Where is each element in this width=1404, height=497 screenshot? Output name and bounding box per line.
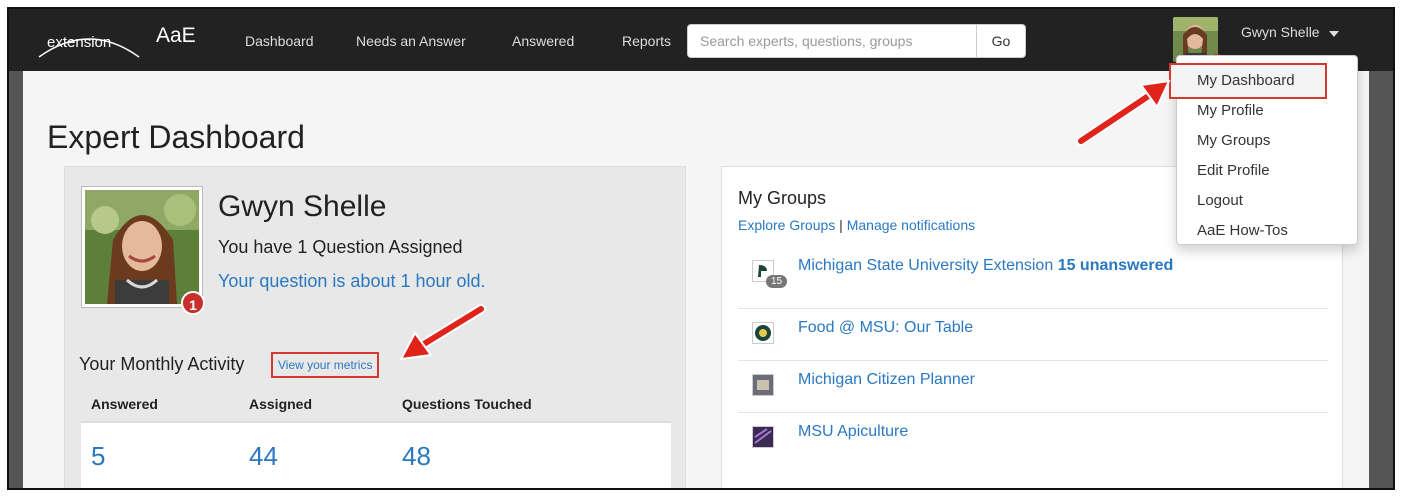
assigned-text: You have 1 Question Assigned — [218, 237, 463, 257]
logo-text: extension — [47, 34, 112, 51]
search-input[interactable]: Search experts, questions, groups — [687, 24, 977, 58]
assigned-count-badge: 1 — [181, 291, 205, 315]
stat-questions-touched[interactable]: 48 — [402, 441, 431, 472]
chevron-down-icon[interactable] — [1329, 31, 1339, 37]
nav-needs-answer[interactable]: Needs an Answer — [356, 33, 466, 49]
activity-stats-row: 5 44 48 — [81, 421, 671, 488]
group-item[interactable]: MSU Apiculture — [738, 413, 1328, 465]
col-assigned: Assigned — [249, 396, 313, 412]
stat-answered[interactable]: 5 — [91, 441, 105, 472]
apiculture-icon — [752, 426, 774, 448]
group-name-text[interactable]: Michigan State University Extension — [798, 257, 1053, 274]
menu-my-groups[interactable]: My Groups — [1197, 132, 1270, 149]
group-item[interactable]: Michigan Citizen Planner — [738, 361, 1328, 413]
group-item[interactable]: Food @ MSU: Our Table — [738, 309, 1328, 361]
group-name-link[interactable]: Food @ MSU: Our Table — [798, 319, 973, 337]
menu-edit-profile[interactable]: Edit Profile — [1197, 162, 1270, 179]
explore-groups-link[interactable]: Explore Groups — [738, 217, 835, 233]
profile-photo[interactable] — [81, 186, 203, 308]
view-metrics-link[interactable]: View your metrics — [271, 352, 380, 378]
nav-dashboard[interactable]: Dashboard — [245, 33, 314, 49]
search-go-button[interactable]: Go — [976, 24, 1026, 58]
menu-aae-how-tos[interactable]: AaE How-Tos — [1197, 222, 1288, 239]
menu-my-profile[interactable]: My Profile — [1197, 102, 1264, 119]
groups-title: My Groups — [738, 188, 827, 208]
app-window: extension AaE Dashboard Needs an Answer … — [7, 7, 1395, 490]
food-msu-icon — [752, 322, 774, 344]
group-name-link[interactable]: MSU Apiculture — [798, 423, 908, 441]
page-title: Expert Dashboard — [47, 119, 305, 155]
unanswered-count-badge: 15 — [766, 275, 788, 288]
right-backdrop — [1369, 71, 1393, 488]
stat-assigned[interactable]: 44 — [249, 441, 278, 472]
brand-title[interactable]: AaE — [156, 24, 196, 48]
menu-logout[interactable]: Logout — [1197, 192, 1243, 209]
group-name-link[interactable]: Michigan State University Extension 15 u… — [798, 257, 1173, 275]
profile-name: Gwyn Shelle — [218, 190, 387, 223]
col-answered: Answered — [91, 396, 158, 412]
manage-notifications-link[interactable]: Manage notifications — [847, 217, 975, 233]
link-separator: | — [839, 217, 843, 233]
annotation-arrow-icon — [399, 304, 486, 361]
nav-answered[interactable]: Answered — [512, 33, 574, 49]
menu-my-dashboard[interactable]: My Dashboard — [1197, 72, 1295, 89]
question-age-link[interactable]: Your question is about 1 hour old. — [218, 271, 486, 292]
nav-reports[interactable]: Reports — [622, 33, 671, 49]
user-menu-name[interactable]: Gwyn Shelle — [1241, 24, 1320, 40]
group-item[interactable]: 15 Michigan State University Extension 1… — [738, 247, 1328, 309]
col-questions-touched: Questions Touched — [402, 396, 532, 412]
groups-links: Explore Groups | Manage notifications — [738, 217, 975, 233]
user-dropdown-menu: My Dashboard My Profile My Groups Edit P… — [1169, 55, 1358, 245]
group-name-link[interactable]: Michigan Citizen Planner — [798, 371, 975, 389]
citizen-planner-icon — [752, 374, 774, 396]
annotation-arrow-icon — [1076, 79, 1171, 146]
group-unanswered-status[interactable]: 15 unanswered — [1058, 257, 1174, 274]
profile-panel: 1 Gwyn Shelle You have 1 Question Assign… — [64, 166, 686, 488]
activity-title: Your Monthly Activity — [79, 354, 245, 374]
left-backdrop — [9, 71, 23, 488]
